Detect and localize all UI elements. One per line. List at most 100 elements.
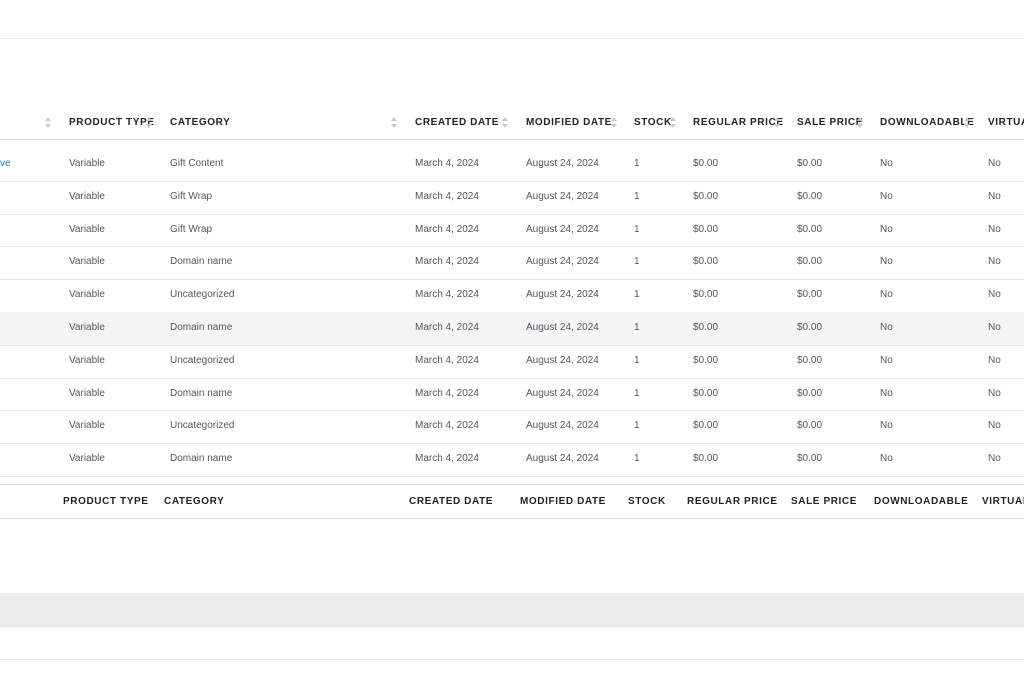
cell-modified: August 24, 2024	[526, 453, 599, 465]
cell-downloadable: No	[880, 223, 893, 235]
cell-sale: $0.00	[797, 190, 823, 202]
sort-arrows-icon[interactable]	[964, 117, 970, 128]
row-divider	[0, 476, 1024, 477]
cell-virtual: No	[988, 158, 1001, 169]
table-row[interactable]	[0, 148, 1024, 181]
cell-type: Variable	[69, 453, 105, 465]
column-header-created-date[interactable]: CREATED DATE	[415, 117, 499, 128]
footer-header-category[interactable]: CATEGORY	[164, 496, 224, 507]
cell-stock: 1	[634, 387, 640, 399]
footer-header-product-type[interactable]: PRODUCT TYPE	[63, 496, 149, 507]
cell-modified: August 24, 2024	[526, 256, 599, 268]
table-row[interactable]	[0, 279, 1024, 312]
cell-sale: $0.00	[797, 223, 823, 235]
cell-created: March 4, 2024	[415, 158, 479, 169]
cell-downloadable: No	[880, 420, 893, 432]
cell-category: Gift Wrap	[170, 223, 213, 235]
bulk-actions-bar	[0, 593, 1024, 627]
table-row[interactable]	[0, 345, 1024, 378]
column-header-regular-price[interactable]: REGULAR PRICE	[693, 117, 784, 128]
cell-modified: August 24, 2024	[526, 354, 599, 366]
cell-downloadable: No	[880, 190, 893, 202]
cell-modified: August 24, 2024	[526, 223, 599, 235]
column-header-downloadable[interactable]: DOWNLOADABLE	[880, 117, 974, 128]
cell-virtual: No	[988, 354, 1001, 366]
column-header-virtual[interactable]: VIRTUA	[988, 117, 1024, 128]
cell-virtual: No	[988, 256, 1001, 268]
column-header-category[interactable]: CATEGORY	[170, 117, 230, 128]
cell-type: Variable	[69, 190, 105, 202]
sort-arrows-icon[interactable]	[774, 117, 780, 128]
cell-category: Gift Wrap	[170, 190, 213, 202]
cell-regular: $0.00	[693, 387, 719, 399]
cell-stock: 1	[634, 453, 640, 465]
cell-regular: $0.00	[693, 420, 719, 432]
cell-type: Variable	[69, 256, 105, 268]
cell-regular: $0.00	[693, 158, 719, 169]
cell-category: Domain name	[170, 453, 233, 465]
cell-category: Domain name	[170, 322, 233, 333]
cell-category: Domain name	[170, 256, 233, 268]
footer-header-created-date[interactable]: CREATED DATE	[409, 496, 493, 507]
cell-type: Variable	[69, 223, 105, 235]
footer-header-sale-price[interactable]: SALE PRICE	[791, 496, 857, 507]
cell-virtual: No	[988, 322, 1001, 333]
cell-category: Uncategorized	[170, 354, 235, 366]
cell-regular: $0.00	[693, 453, 719, 465]
cell-regular: $0.00	[693, 223, 719, 235]
cell-created: March 4, 2024	[415, 354, 479, 366]
cell-modified: August 24, 2024	[526, 322, 599, 333]
sort-arrows-icon[interactable]	[857, 117, 863, 128]
cell-modified: August 24, 2024	[526, 387, 599, 399]
footer-header-regular-price[interactable]: REGULAR PRICE	[687, 496, 778, 507]
cell-created: March 4, 2024	[415, 453, 479, 465]
sort-arrows-icon[interactable]	[45, 117, 51, 128]
header-divider	[0, 139, 1024, 140]
cell-regular: $0.00	[693, 354, 719, 366]
cell-type: Variable	[69, 354, 105, 366]
footer-header-modified-date[interactable]: MODIFIED DATE	[520, 496, 606, 507]
table-row[interactable]	[0, 312, 1024, 345]
cell-regular: $0.00	[693, 289, 719, 301]
row-action-link[interactable]: ve	[0, 158, 11, 169]
bottom-divider	[0, 659, 1024, 660]
cell-regular: $0.00	[693, 256, 719, 268]
sort-arrows-icon[interactable]	[611, 117, 617, 128]
sort-arrows-icon[interactable]	[502, 117, 508, 128]
cell-stock: 1	[634, 158, 640, 169]
sort-arrows-icon[interactable]	[670, 117, 676, 128]
footer-header-downloadable[interactable]: DOWNLOADABLE	[874, 496, 968, 507]
cell-sale: $0.00	[797, 322, 823, 333]
footer-header-stock[interactable]: STOCK	[628, 496, 666, 507]
footer-header-virtual[interactable]: VIRTUAL	[982, 496, 1024, 507]
cell-created: March 4, 2024	[415, 190, 479, 202]
top-divider	[0, 38, 1024, 39]
cell-sale: $0.00	[797, 289, 823, 301]
cell-type: Variable	[69, 387, 105, 399]
cell-downloadable: No	[880, 322, 893, 333]
table-row[interactable]	[0, 378, 1024, 411]
sort-arrows-icon[interactable]	[146, 117, 152, 128]
column-header-modified-date[interactable]: MODIFIED DATE	[526, 117, 612, 128]
column-header-sale-price[interactable]: SALE PRICE	[797, 117, 863, 128]
cell-stock: 1	[634, 420, 640, 432]
cell-type: Variable	[69, 289, 105, 301]
cell-downloadable: No	[880, 289, 893, 301]
table-row[interactable]	[0, 443, 1024, 476]
cell-type: Variable	[69, 158, 105, 169]
sort-arrows-icon[interactable]	[391, 117, 397, 128]
table-row[interactable]	[0, 246, 1024, 279]
table-row[interactable]	[0, 214, 1024, 247]
cell-stock: 1	[634, 256, 640, 268]
cell-modified: August 24, 2024	[526, 289, 599, 301]
table-row[interactable]	[0, 181, 1024, 214]
column-header-stock[interactable]: STOCK	[634, 117, 672, 128]
cell-virtual: No	[988, 387, 1001, 399]
cell-created: March 4, 2024	[415, 420, 479, 432]
cell-virtual: No	[988, 453, 1001, 465]
table-row[interactable]	[0, 410, 1024, 443]
cell-downloadable: No	[880, 354, 893, 366]
cell-regular: $0.00	[693, 322, 719, 333]
cell-created: March 4, 2024	[415, 223, 479, 235]
column-header-product-type[interactable]: PRODUCT TYPE	[69, 117, 155, 128]
